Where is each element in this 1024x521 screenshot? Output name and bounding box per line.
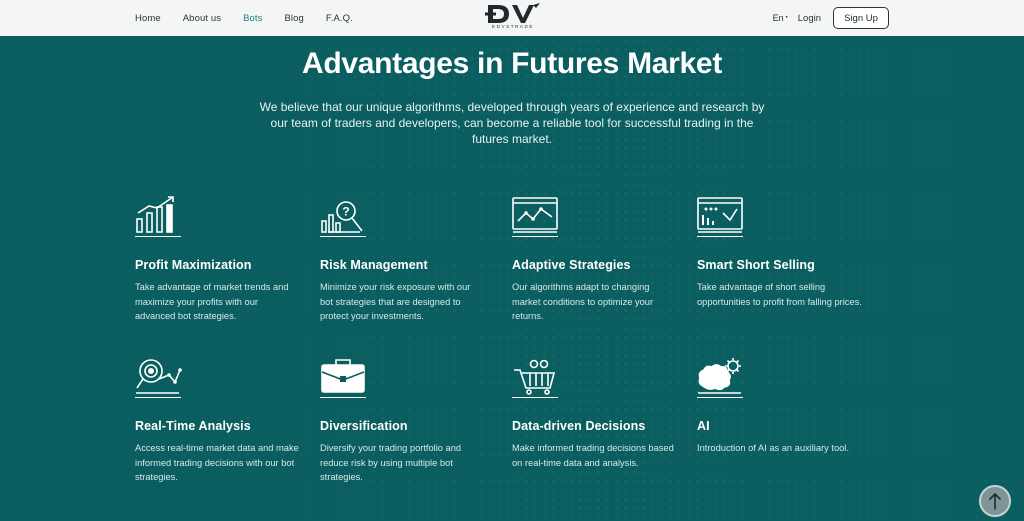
- feature-description: Make informed trading decisions based on…: [512, 443, 674, 468]
- feature-title: Profit Maximization: [135, 258, 252, 272]
- site-logo[interactable]: EDVSTRADE: [483, 3, 543, 33]
- nav-home[interactable]: Home: [135, 13, 161, 24]
- briefcase-icon: [321, 359, 365, 393]
- icon-underline: [135, 397, 181, 398]
- nav-blog[interactable]: Blog: [284, 13, 303, 24]
- feature-description: Diversify your trading portfolio and red…: [320, 443, 462, 482]
- feature-description: Our algorithms adapt to changing market …: [512, 282, 654, 321]
- feature-title: Diversification: [320, 419, 408, 433]
- feature-card: Profit Maximization Take advantage of ma…: [135, 195, 300, 324]
- feature-card: Data-driven Decisions Make informed trad…: [512, 356, 677, 470]
- nav-bots[interactable]: Bots: [243, 13, 262, 24]
- icon-underline: [697, 397, 743, 398]
- feature-title: Smart Short Selling: [697, 258, 815, 272]
- icon-underline: [135, 236, 181, 237]
- scroll-to-top-button[interactable]: [979, 485, 1011, 517]
- icon-underline: [512, 236, 558, 237]
- arrow-up-icon: [989, 493, 1001, 510]
- login-link[interactable]: Login: [798, 13, 821, 24]
- feature-title: Real-Time Analysis: [135, 419, 251, 433]
- cart-gears-icon: [514, 359, 556, 395]
- chevron-down-icon: •: [785, 15, 788, 21]
- feature-title: AI: [697, 419, 710, 433]
- feature-card: Diversification Diversify your trading p…: [320, 356, 485, 485]
- feature-description: Take advantage of short selling opportun…: [697, 282, 862, 307]
- bar-chart-growth-icon: [136, 196, 174, 233]
- sign-up-button[interactable]: Sign Up: [833, 7, 889, 29]
- icon-underline: [320, 236, 366, 237]
- feature-title: Risk Management: [320, 258, 428, 272]
- nav-about-us[interactable]: About us: [183, 13, 221, 24]
- ai-brain-gear-icon: [698, 358, 741, 394]
- falling-chart-screen-icon: [697, 197, 743, 233]
- feature-title: Data-driven Decisions: [512, 419, 646, 433]
- logo-mark-icon: [485, 3, 540, 23]
- logo-subtitle: EDVSTRADE: [492, 24, 534, 29]
- main-nav: Home About us Bots Blog F.A.Q.: [135, 0, 375, 36]
- risk-magnifier-icon: ?: [321, 201, 363, 233]
- language-selector[interactable]: En •: [773, 13, 788, 23]
- feature-card: AI Introduction of AI as an auxiliary to…: [697, 356, 862, 456]
- feature-description: Introduction of AI as an auxiliary tool.: [697, 443, 849, 453]
- icon-underline: [512, 397, 558, 398]
- feature-card: Adaptive Strategies Our algorithms adapt…: [512, 195, 677, 324]
- page-title: Advantages in Futures Market: [301, 47, 723, 80]
- analysis-magnifier-icon: [136, 359, 182, 394]
- icon-underline: [697, 236, 743, 237]
- feature-description: Access real-time market data and make in…: [135, 443, 299, 482]
- icon-underline: [320, 397, 366, 398]
- intro-paragraph: We believe that our unique algorithms, d…: [259, 100, 765, 146]
- feature-card: ? Risk Management Minimize your risk exp…: [320, 195, 485, 324]
- nav-faq[interactable]: F.A.Q.: [326, 13, 353, 24]
- feature-title: Adaptive Strategies: [512, 258, 631, 272]
- feature-card: Real-Time Analysis Access real-time mark…: [135, 356, 300, 485]
- account-actions: En • Login Sign Up: [773, 7, 889, 29]
- feature-description: Minimize your risk exposure with our bot…: [320, 282, 471, 321]
- language-label: En: [772, 13, 784, 23]
- line-chart-screen-icon: [512, 197, 558, 233]
- top-navigation-bar: Home About us Bots Blog F.A.Q. EDVSTRADE…: [0, 0, 1024, 36]
- feature-description: Take advantage of market trends and maxi…: [135, 282, 289, 321]
- feature-card: Smart Short Selling Take advantage of sh…: [697, 195, 862, 309]
- svg-text:?: ?: [342, 205, 349, 219]
